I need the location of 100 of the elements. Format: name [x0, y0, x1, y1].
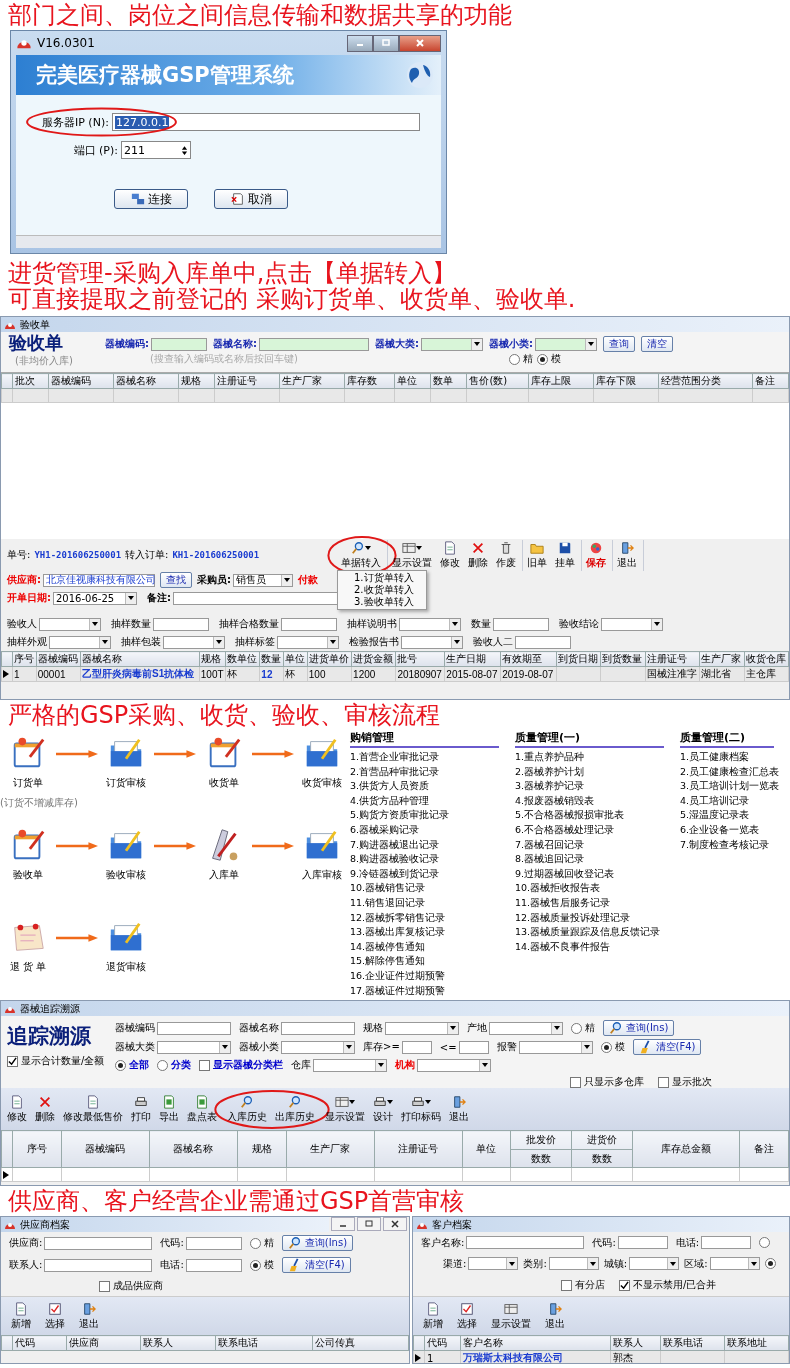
dropdown[interactable]: [417, 1058, 491, 1072]
close-button[interactable]: [383, 1217, 407, 1231]
report-link[interactable]: 4.员工培训记录: [680, 793, 750, 809]
column-header[interactable]: 生产日期: [444, 651, 501, 667]
toolbar-button[interactable]: 删除: [464, 539, 492, 571]
report-link[interactable]: 7.器械召回记录: [515, 837, 585, 853]
toolbar-button[interactable]: 显示设置: [487, 1300, 535, 1332]
toolbar-button[interactable]: 挂单: [551, 539, 579, 571]
checkbox[interactable]: [99, 1280, 110, 1292]
toolbar-button[interactable]: 打印: [127, 1093, 155, 1125]
dropdown[interactable]: [518, 1040, 593, 1054]
toolbar-button[interactable]: 设计: [369, 1093, 397, 1125]
toolbar-button[interactable]: 盘点表: [183, 1093, 221, 1125]
text-field[interactable]: [281, 1021, 355, 1035]
dropdown[interactable]: 销售员: [233, 573, 293, 587]
text-field[interactable]: [401, 1040, 432, 1054]
checkbox[interactable]: [619, 1279, 630, 1291]
action-button[interactable]: 查询: [603, 336, 635, 352]
dropdown[interactable]: [399, 617, 461, 631]
radio-button[interactable]: [249, 1259, 261, 1271]
column-header[interactable]: 批次: [12, 373, 49, 389]
checkbox[interactable]: [658, 1076, 669, 1088]
column-header[interactable]: 公司传真: [312, 1335, 409, 1351]
dialog-button[interactable]: 连接: [114, 189, 188, 209]
report-link[interactable]: 10.器械销售记录: [350, 881, 426, 896]
toolbar-button[interactable]: 选择: [453, 1300, 481, 1332]
report-link[interactable]: 14.器械不良事件报告: [515, 939, 611, 955]
toolbar-button[interactable]: 出库历史: [271, 1093, 319, 1125]
minimize-button[interactable]: [331, 1217, 355, 1231]
column-header[interactable]: 联系电话: [215, 1335, 313, 1351]
radio-button[interactable]: [764, 1258, 776, 1270]
text-field[interactable]: 北京佳视康科技有限公司: [43, 573, 155, 587]
toolbar-button[interactable]: 退出: [541, 1300, 569, 1332]
column-header[interactable]: 器械名称: [149, 1130, 238, 1168]
dropdown[interactable]: [39, 617, 101, 631]
toolbar-button[interactable]: 修改最低售价: [59, 1093, 127, 1125]
column-header[interactable]: 注册证号: [645, 651, 700, 667]
column-header[interactable]: 单位: [462, 1130, 511, 1168]
dropdown[interactable]: [49, 635, 111, 649]
report-link[interactable]: 8.器械追回记录: [515, 852, 585, 867]
toolbar-button[interactable]: 退出: [613, 539, 641, 571]
action-button[interactable]: 清空: [641, 336, 673, 352]
text-field[interactable]: [44, 1236, 153, 1250]
dropdown[interactable]: [401, 635, 463, 649]
column-header[interactable]: 生产厂家: [279, 373, 345, 389]
column-header[interactable]: 器械编码: [36, 651, 81, 667]
report-link[interactable]: 3.供货方人员资质: [350, 779, 430, 794]
report-link[interactable]: 2.员工健康检查汇总表: [680, 764, 780, 780]
column-header[interactable]: 数量: [259, 651, 284, 667]
dropdown[interactable]: [277, 635, 339, 649]
column-header[interactable]: 经营范围分类: [658, 373, 753, 389]
report-link[interactable]: 5.湿温度记录表: [680, 808, 750, 823]
text-field[interactable]: 127.0.0.1: [111, 113, 420, 131]
column-header[interactable]: 注册证号: [214, 373, 280, 389]
text-field[interactable]: [185, 1258, 242, 1272]
column-header[interactable]: 序号: [12, 651, 37, 667]
column-header[interactable]: 规格: [237, 1130, 287, 1168]
radio-button[interactable]: [157, 1059, 168, 1071]
report-link[interactable]: 5.购货方资质审批记录: [350, 808, 450, 823]
toolbar-button[interactable]: 导出: [155, 1093, 183, 1125]
spinner-field[interactable]: 211: [121, 141, 191, 159]
report-link[interactable]: 1.员工健康档案: [680, 750, 750, 765]
text-field[interactable]: [151, 337, 207, 351]
report-link[interactable]: 6.不合格器械处理记录: [515, 822, 615, 838]
dialog-button[interactable]: 取消: [214, 189, 288, 209]
column-header[interactable]: 客户名称: [460, 1335, 611, 1351]
report-link[interactable]: 4.报废器械销毁表: [515, 793, 595, 809]
toolbar-button[interactable]: 退出: [75, 1300, 103, 1332]
text-field[interactable]: [281, 617, 337, 631]
column-header[interactable]: 有效期至: [500, 651, 557, 667]
close-button[interactable]: [399, 34, 441, 52]
column-header[interactable]: 到货数量: [600, 651, 646, 667]
text-field[interactable]: [157, 1021, 231, 1035]
radio-button[interactable]: [759, 1237, 771, 1249]
dropdown[interactable]: [313, 1058, 387, 1072]
report-link[interactable]: 7.制度检查考核记录: [680, 837, 770, 853]
column-header[interactable]: 数单: [430, 373, 467, 389]
column-header[interactable]: 进货单价: [307, 651, 352, 667]
toolbar-button[interactable]: 删除: [31, 1093, 59, 1125]
report-link[interactable]: 9.过期器械回收登记表: [515, 866, 615, 882]
toolbar-button[interactable]: 作废: [492, 539, 520, 571]
report-link[interactable]: 9.冷链器械到货记录: [350, 866, 440, 882]
column-header[interactable]: 器械名称: [80, 651, 200, 667]
column-header[interactable]: 器械编码: [48, 373, 114, 389]
column-header[interactable]: 库存总金额: [632, 1130, 740, 1168]
column-header[interactable]: 单位: [283, 651, 308, 667]
dropdown[interactable]: [385, 1021, 459, 1035]
report-link[interactable]: 10.器械拒收报告表: [515, 881, 601, 896]
column-header[interactable]: 备注: [752, 373, 789, 389]
search-button[interactable]: 查询(Ins): [281, 1235, 354, 1251]
column-header[interactable]: 售价(数): [466, 373, 529, 389]
column-header[interactable]: 生产厂家: [699, 651, 745, 667]
toolbar-button[interactable]: 保存: [582, 539, 610, 571]
report-link[interactable]: 2.首营品种审批记录: [350, 764, 440, 780]
dropdown[interactable]: [468, 1257, 519, 1271]
report-link[interactable]: 17.器械证件过期预警: [350, 983, 446, 999]
toolbar-button[interactable]: 退出: [445, 1093, 473, 1125]
toolbar-button[interactable]: 打印标码: [397, 1093, 445, 1125]
column-header[interactable]: 单位: [394, 373, 431, 389]
dropdown[interactable]: [489, 1021, 563, 1035]
